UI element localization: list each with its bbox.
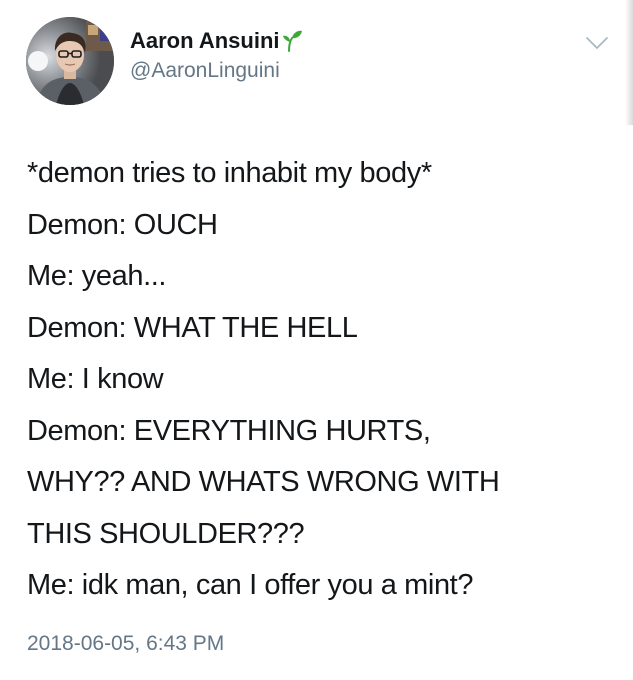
tweet-line: *demon tries to inhabit my body*	[27, 157, 432, 189]
sprout-icon	[281, 28, 303, 52]
author-name-row[interactable]: Aaron Ansuini	[130, 28, 303, 54]
chevron-down-icon[interactable]	[584, 33, 610, 53]
tweet-card: Aaron Ansuini @AaronLinguini *demon trie…	[0, 0, 633, 680]
tweet-line: Demon: OUCH	[27, 208, 218, 241]
tweet-line: Demon: EVERYTHING HURTS,	[27, 414, 431, 447]
avatar[interactable]	[26, 17, 114, 105]
tweet-line: Me: I know	[27, 363, 164, 395]
tweet-line: Me: yeah...	[27, 260, 167, 292]
tweet-text: *demon tries to inhabit my body* Demon: …	[27, 148, 623, 612]
author-handle[interactable]: @AaronLinguini	[130, 58, 280, 84]
scrollbar[interactable]	[625, 0, 633, 125]
tweet-line: Me: idk man, can I offer you a mint?	[27, 569, 474, 601]
tweet-line: THIS SHOULDER???	[27, 517, 305, 550]
tweet-line: WHY?? AND WHATS WRONG WITH	[27, 466, 500, 498]
tweet-line: Demon: WHAT THE HELL	[27, 311, 358, 344]
display-name[interactable]: Aaron Ansuini	[130, 28, 280, 54]
tweet-timestamp[interactable]: 2018-06-05, 6:43 PM	[27, 630, 224, 658]
avatar-photo	[26, 17, 114, 105]
